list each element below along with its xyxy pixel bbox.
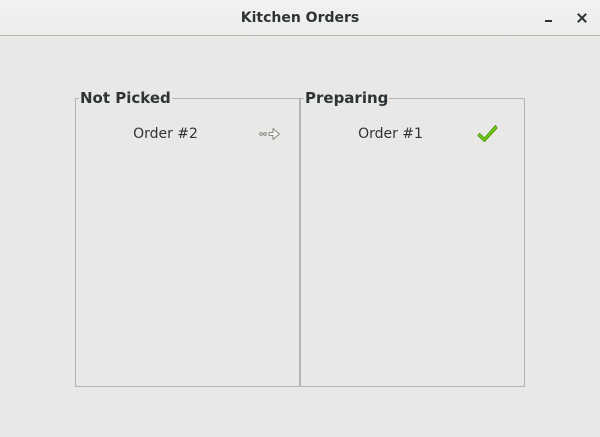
- close-button[interactable]: [570, 6, 594, 30]
- minimize-button[interactable]: [537, 6, 561, 30]
- order-item: Order #1: [301, 123, 524, 145]
- window-title: Kitchen Orders: [240, 10, 360, 26]
- column-preparing: Preparing Order #1: [300, 89, 525, 387]
- close-icon: [577, 13, 587, 23]
- minimize-icon: [545, 20, 552, 22]
- app-window: Kitchen Orders Not Picked Order #2 Prepa…: [0, 0, 600, 437]
- title-bar[interactable]: Kitchen Orders: [0, 0, 600, 36]
- mark-done-button[interactable]: [476, 123, 500, 145]
- column-title: Preparing: [304, 89, 390, 107]
- checkmark-icon: [477, 125, 498, 143]
- column-title: Not Picked: [79, 89, 172, 107]
